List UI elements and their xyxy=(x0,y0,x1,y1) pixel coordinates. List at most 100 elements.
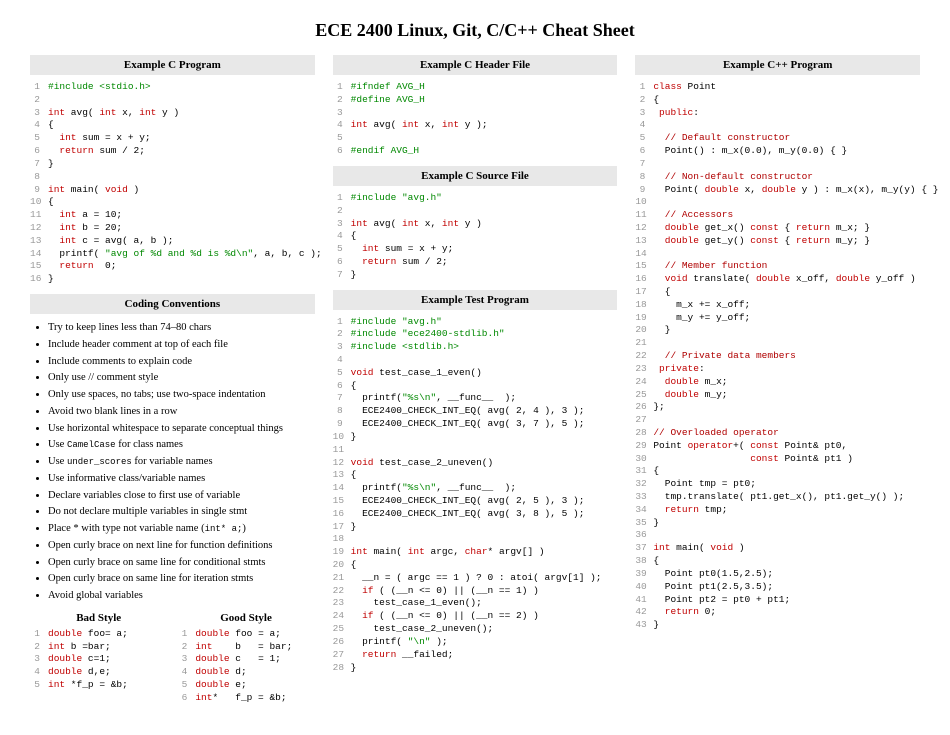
code-line: 10 xyxy=(635,196,920,209)
code-line: 9int main( void ) xyxy=(30,184,315,197)
code-line: 27 xyxy=(635,414,920,427)
convention-item: Declare variables close to first use of … xyxy=(48,488,315,504)
code-line: 1#include "avg.h" xyxy=(333,316,618,329)
code-line: 25 test_case_2_uneven(); xyxy=(333,623,618,636)
code-line: 11 // Accessors xyxy=(635,209,920,222)
convention-item: Use horizontal whitespace to separate co… xyxy=(48,421,315,437)
code-line: 22 if ( (__n <= 0) || (__n == 1) ) xyxy=(333,585,618,598)
code-line: 1#ifndef AVG_H xyxy=(333,81,618,94)
code-line: 43} xyxy=(635,619,920,632)
code-line: 13 int c = avg( a, b ); xyxy=(30,235,315,248)
code-line: 15 // Member function xyxy=(635,260,920,273)
code-line: 3int avg( int x, int y ) xyxy=(333,218,618,231)
convention-item: Open curly brace on same line for iterat… xyxy=(48,571,315,587)
bad-style-header: Bad Style xyxy=(30,612,167,624)
convention-item: Include comments to explain code xyxy=(48,354,315,370)
code-cpp-program: 1class Point2{3 public:45 // Default con… xyxy=(635,81,920,632)
code-line: 1#include "avg.h" xyxy=(333,192,618,205)
code-line: 3int avg( int x, int y ) xyxy=(30,107,315,120)
code-line: 1#include <stdio.h> xyxy=(30,81,315,94)
style-compare: Bad Style 1double foo= a;2int b =bar;3do… xyxy=(30,612,315,709)
code-line: 3 public: xyxy=(635,107,920,120)
code-line: 5double e; xyxy=(177,679,314,692)
code-line: 4 xyxy=(333,354,618,367)
code-line: 2{ xyxy=(635,94,920,107)
code-c-header: 1#ifndef AVG_H2#define AVG_H34int avg( i… xyxy=(333,81,618,158)
convention-item: Try to keep lines less than 74–80 chars xyxy=(48,320,315,336)
code-bad-style: 1double foo= a;2int b =bar;3double c=1;4… xyxy=(30,628,167,692)
code-line: 17 { xyxy=(635,286,920,299)
code-line: 9 Point( double x, double y ) : m_x(x), … xyxy=(635,184,920,197)
code-line: 39 Point pt0(1.5,2.5); xyxy=(635,568,920,581)
code-line: 6 Point() : m_x(0.0), m_y(0.0) { } xyxy=(635,145,920,158)
code-line: 1class Point xyxy=(635,81,920,94)
convention-item: Avoid global variables xyxy=(48,588,315,604)
convention-item: Use under_scores for variable names xyxy=(48,454,315,470)
code-line: 28} xyxy=(333,662,618,675)
code-line: 40 Point pt1(2.5,3.5); xyxy=(635,581,920,594)
code-line: 20{ xyxy=(333,559,618,572)
code-line: 14 printf( "avg of %d and %d is %d\n", a… xyxy=(30,248,315,261)
code-line: 20 } xyxy=(635,324,920,337)
code-line: 5int *f_p = &b; xyxy=(30,679,167,692)
code-line: 2 xyxy=(333,205,618,218)
section-test-program: Example Test Program xyxy=(333,290,618,310)
code-line: 24 if ( (__n <= 0) || (__n == 2) ) xyxy=(333,610,618,623)
convention-item: Place * with type not variable name (int… xyxy=(48,521,315,537)
code-line: 23 test_case_1_even(); xyxy=(333,597,618,610)
code-line: 6 return sum / 2; xyxy=(333,256,618,269)
code-line: 6#endif AVG_H xyxy=(333,145,618,158)
code-line: 2int b =bar; xyxy=(30,641,167,654)
code-line: 26}; xyxy=(635,401,920,414)
convention-item: Avoid two blank lines in a row xyxy=(48,404,315,420)
code-line: 5 // Default constructor xyxy=(635,132,920,145)
code-line: 27 return __failed; xyxy=(333,649,618,662)
code-line: 38{ xyxy=(635,555,920,568)
code-line: 5 int sum = x + y; xyxy=(30,132,315,145)
code-line: 33 tmp.translate( pt1.get_x(), pt1.get_y… xyxy=(635,491,920,504)
code-line: 26 printf( "\n" ); xyxy=(333,636,618,649)
section-cpp-program: Example C++ Program xyxy=(635,55,920,75)
code-line: 8 ECE2400_CHECK_INT_EQ( avg( 2, 4 ), 3 )… xyxy=(333,405,618,418)
code-line: 7 printf("%s\n", __func__ ); xyxy=(333,392,618,405)
code-line: 16 ECE2400_CHECK_INT_EQ( avg( 3, 8 ), 5 … xyxy=(333,508,618,521)
code-line: 41 Point pt2 = pt0 + pt1; xyxy=(635,594,920,607)
code-line: 3#include <stdlib.h> xyxy=(333,341,618,354)
code-line: 4 xyxy=(635,119,920,132)
code-line: 10} xyxy=(333,431,618,444)
code-line: 15 ECE2400_CHECK_INT_EQ( avg( 2, 5 ), 3 … xyxy=(333,495,618,508)
code-line: 3 xyxy=(333,107,618,120)
code-line: 4int avg( int x, int y ); xyxy=(333,119,618,132)
page-title: ECE 2400 Linux, Git, C/C++ Cheat Sheet xyxy=(30,20,920,41)
code-line: 24 double m_x; xyxy=(635,376,920,389)
code-line: 35} xyxy=(635,517,920,530)
code-line: 12 double get_x() const { return m_x; } xyxy=(635,222,920,235)
code-line: 13 double get_y() const { return m_y; } xyxy=(635,235,920,248)
code-line: 2int b = bar; xyxy=(177,641,314,654)
code-line: 15 return 0; xyxy=(30,260,315,273)
code-line: 31{ xyxy=(635,465,920,478)
code-good-style: 1double foo = a;2int b = bar;3double c =… xyxy=(177,628,314,705)
code-line: 10{ xyxy=(30,196,315,209)
code-line: 17} xyxy=(333,521,618,534)
convention-item: Only use spaces, no tabs; use two-space … xyxy=(48,387,315,403)
code-line: 32 Point tmp = pt0; xyxy=(635,478,920,491)
code-line: 16} xyxy=(30,273,315,286)
code-line: 2 xyxy=(30,94,315,107)
code-line: 28// Overloaded operator xyxy=(635,427,920,440)
section-c-program: Example C Program xyxy=(30,55,315,75)
convention-item: Open curly brace on next line for functi… xyxy=(48,538,315,554)
column-3: Example C++ Program 1class Point2{3 publ… xyxy=(635,55,920,709)
code-line: 7 xyxy=(635,158,920,171)
section-conventions: Coding Conventions xyxy=(30,294,315,314)
code-line: 3double c = 1; xyxy=(177,653,314,666)
main-columns: Example C Program 1#include <stdio.h>23i… xyxy=(30,55,920,709)
code-line: 8 // Non-default constructor xyxy=(635,171,920,184)
code-line: 4{ xyxy=(30,119,315,132)
code-line: 5void test_case_1_even() xyxy=(333,367,618,380)
code-line: 3double c=1; xyxy=(30,653,167,666)
code-line: 6int* f_p = &b; xyxy=(177,692,314,705)
code-line: 29Point operator+( const Point& pt0, xyxy=(635,440,920,453)
code-line: 25 double m_y; xyxy=(635,389,920,402)
code-line: 19int main( int argc, char* argv[] ) xyxy=(333,546,618,559)
